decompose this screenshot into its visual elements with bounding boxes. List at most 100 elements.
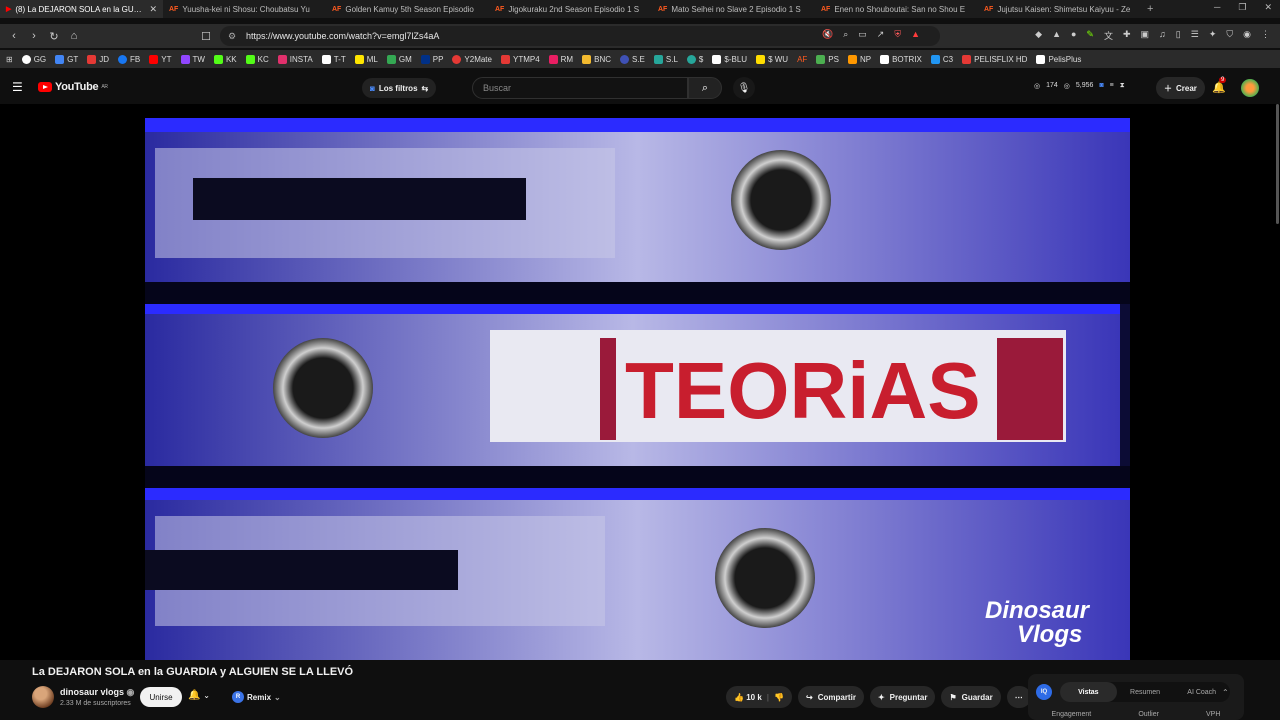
channel-avatar[interactable]	[32, 686, 54, 708]
bookmark-item[interactable]: BOTRIX	[880, 54, 922, 64]
bookmark-item[interactable]: KC	[245, 54, 269, 64]
mute-icon[interactable]: 🔇	[822, 29, 833, 40]
browser-tab[interactable]: AF Jigokuraku 2nd Season Episodio 1 S	[489, 0, 652, 18]
dislike-button[interactable]: 👎	[774, 693, 784, 702]
extension-icon[interactable]: ✎	[1086, 29, 1094, 42]
hourglass-icon[interactable]: ⧗	[1120, 82, 1125, 90]
bookmark-item[interactable]: Y2Mate	[452, 54, 492, 64]
save-button[interactable]: ⚑ Guardar	[941, 686, 1001, 708]
bookmark-item[interactable]: AF	[797, 55, 807, 64]
extension-icon[interactable]: ◆	[1035, 29, 1042, 42]
zoom-icon[interactable]: ⌕	[843, 29, 848, 40]
channel-info[interactable]: dinosaur vlogs ◉ 2.33 M de suscriptores	[32, 686, 134, 708]
sidebar-icon[interactable]: ▯	[1176, 29, 1181, 42]
apps-grid-icon[interactable]: ⊞	[6, 55, 13, 64]
home-icon[interactable]: ⌂	[64, 30, 84, 42]
browser-tab[interactable]: AF Jujutsu Kaisen: Shimetsu Kaiyuu - Ze	[978, 0, 1141, 18]
reading-list-icon[interactable]: ☰	[1191, 29, 1199, 42]
bookmark-item[interactable]: GT	[55, 54, 78, 64]
vpn-icon[interactable]: ⛉	[1226, 29, 1233, 42]
search-input[interactable]: Buscar	[472, 77, 688, 99]
menu-icon[interactable]: ⋮	[1261, 29, 1270, 42]
youtube-logo[interactable]: YouTube AR	[38, 81, 108, 93]
voice-search-button[interactable]: 🎙	[733, 77, 755, 99]
remix-button[interactable]: R Remix ⌄	[232, 689, 281, 705]
bookmark-item[interactable]: YT	[149, 54, 172, 64]
cast-icon[interactable]: ▭	[858, 29, 867, 40]
bookmark-item[interactable]: INSTA	[277, 54, 313, 64]
close-window-icon[interactable]: ✕	[1264, 2, 1272, 13]
like-button[interactable]: 👍 10 k	[734, 693, 762, 702]
extension-stats[interactable]: ◎ 174 ◎ 5,956 ◙ ≡ ⧗	[1034, 82, 1125, 90]
bookmark-item[interactable]: TW	[180, 54, 205, 64]
browser-tab[interactable]: AF Golden Kamuy 5th Season Episodio	[326, 0, 489, 18]
browser-tab[interactable]: AF Enen no Shouboutai: San no Shou E	[815, 0, 978, 18]
bookmark-item[interactable]: $	[686, 54, 703, 64]
maximize-icon[interactable]: ❐	[1238, 2, 1246, 13]
iq-badge[interactable]: IQ	[1036, 684, 1052, 700]
bookmark-item[interactable]: T-T	[321, 54, 346, 64]
music-icon[interactable]: ♫	[1159, 29, 1166, 42]
page-scrollbar[interactable]	[1276, 104, 1279, 224]
bookmark-item[interactable]: S.L	[653, 54, 678, 64]
account-avatar[interactable]	[1241, 79, 1259, 97]
notifications-button[interactable]: 🔔 9	[1212, 77, 1227, 94]
sparkle-icon[interactable]: ✦	[1209, 29, 1217, 42]
channel-name[interactable]: dinosaur vlogs ◉	[60, 687, 134, 698]
share-icon: ↪	[806, 692, 813, 702]
translate-icon[interactable]: 文	[1104, 29, 1113, 42]
bookmark-item[interactable]: NP	[847, 54, 871, 64]
bookmark-item[interactable]: PS	[816, 54, 839, 64]
list-icon[interactable]: ≡	[1110, 82, 1114, 90]
filters-button[interactable]: ◙ Los filtros ⇆	[362, 78, 437, 98]
forward-icon[interactable]: ›	[24, 30, 44, 42]
hamburger-menu-icon[interactable]: ☰	[12, 80, 23, 94]
bookmark-item[interactable]: PelisPlus	[1036, 54, 1081, 64]
site-info-icon[interactable]: ⚙	[228, 31, 236, 42]
bookmark-item[interactable]: PP	[420, 54, 443, 64]
extension-icon[interactable]: ▣	[1141, 29, 1150, 42]
tab-vistas[interactable]: Vistas	[1060, 682, 1117, 702]
back-icon[interactable]: ‹	[4, 30, 24, 42]
video-player[interactable]: TEORiAS Dinosaur Vlogs	[0, 104, 1280, 660]
bookmark-item[interactable]: S.E	[620, 54, 645, 64]
minimize-icon[interactable]: ─	[1214, 2, 1220, 13]
extension-icon[interactable]: ◙	[1099, 82, 1103, 90]
tab-resumen[interactable]: Resumen	[1117, 682, 1174, 702]
share-button[interactable]: ↪ Compartir	[798, 686, 864, 708]
bookmark-page-icon[interactable]: ☐	[196, 30, 216, 43]
bookmark-item[interactable]: $ WU	[756, 54, 788, 64]
bookmark-item[interactable]: ML	[354, 54, 378, 64]
bookmark-item[interactable]: JD	[87, 54, 109, 64]
close-tab-icon[interactable]: ✕	[149, 4, 157, 15]
bookmark-item[interactable]: PELISFLIX HD	[962, 54, 1027, 64]
bookmark-item[interactable]: BNC	[582, 54, 611, 64]
new-tab-button[interactable]: +	[1141, 3, 1159, 15]
profile-icon[interactable]: ◉	[1243, 29, 1251, 42]
rewards-icon[interactable]: ▲	[911, 29, 920, 40]
create-button[interactable]: ＋ Crear	[1156, 77, 1205, 99]
share-icon[interactable]: ↗	[877, 29, 885, 40]
browser-tab[interactable]: AF Yuusha-kei ni Shosu: Choubatsu Yu	[163, 0, 326, 18]
bookmark-item[interactable]: YTMP4	[500, 54, 540, 64]
ask-button[interactable]: ✦ Preguntar	[869, 686, 936, 708]
brave-shield-icon[interactable]: ⛨	[894, 29, 901, 40]
search-button[interactable]: ⌕	[688, 77, 722, 99]
bookmark-item[interactable]: C3	[930, 54, 953, 64]
puzzle-icon[interactable]: ✚	[1123, 29, 1131, 42]
collapse-panel-icon[interactable]: ⌃	[1222, 688, 1229, 697]
bookmark-favicon	[1036, 54, 1046, 64]
subscription-bell-button[interactable]: 🔔 ⌄	[188, 690, 210, 701]
reload-icon[interactable]: ↻	[44, 30, 64, 43]
join-button[interactable]: Unirse	[140, 687, 182, 707]
bookmark-item[interactable]: KK	[213, 54, 237, 64]
bookmark-item[interactable]: FB	[118, 54, 140, 64]
extension-icon[interactable]: ●	[1071, 29, 1076, 42]
bookmark-item[interactable]: $-BLU	[712, 54, 747, 64]
bookmark-item[interactable]: GM	[386, 54, 412, 64]
bookmark-item[interactable]: GG	[21, 54, 46, 64]
browser-tab[interactable]: AF Mato Seihei no Slave 2 Episodio 1 S	[652, 0, 815, 18]
bookmark-item[interactable]: RM	[548, 54, 573, 64]
browser-tab[interactable]: ▶ (8) La DEJARON SOLA en la GUARDIA ✕	[0, 0, 163, 18]
extension-icon[interactable]: ▲	[1052, 29, 1061, 42]
